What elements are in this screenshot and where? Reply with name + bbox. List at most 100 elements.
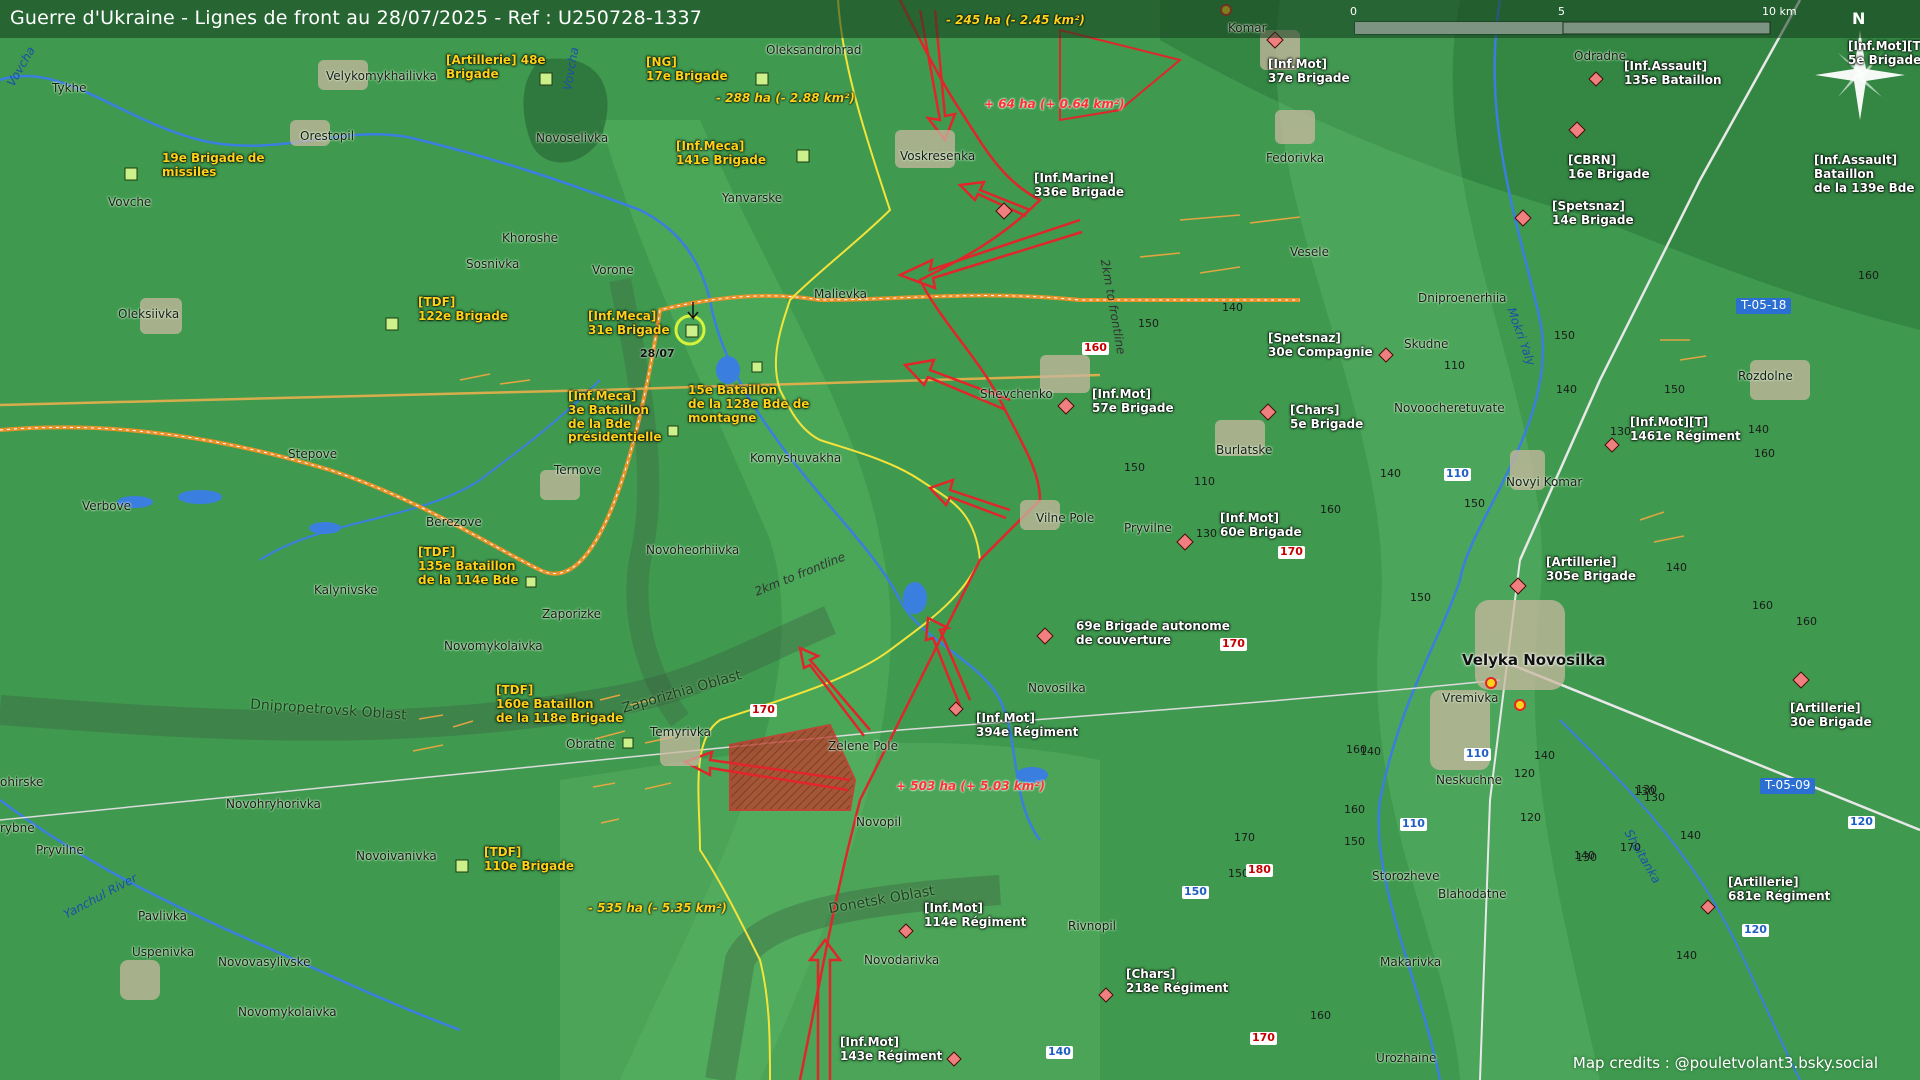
area-change-loss: - 245 ha (- 2.45 km²): [946, 13, 1085, 27]
ru-unit-label[interactable]: [Artillerie] 30e Brigade: [1790, 701, 1872, 730]
area-change-loss: - 288 ha (- 2.88 km²): [716, 91, 855, 105]
ru-unit-label[interactable]: [Spetsnaz] 30e Compagnie: [1268, 331, 1373, 360]
elevation-label: 130: [1196, 527, 1217, 540]
ua-unit-symbol: [751, 361, 763, 373]
ru-unit-label[interactable]: [Inf.Mot][T] 5e Brigade: [1848, 39, 1920, 68]
ua-unit-label[interactable]: [Inf.Meca] 3e Bataillon de la Bde présid…: [568, 389, 662, 445]
ua-unit-label[interactable]: [Artillerie] 48e Brigade: [446, 53, 546, 82]
road-sign: T-05-18: [1736, 298, 1792, 314]
ru-unit-label[interactable]: [Inf.Assault] 135e Bataillon: [1624, 59, 1722, 88]
ua-unit-label[interactable]: 15e Bataillon de la 128e Bde de montagne: [688, 383, 809, 425]
elevation-label: 160: [1344, 803, 1365, 816]
elevation-label: 140: [1676, 949, 1697, 962]
elevation-label-red: 170: [750, 703, 777, 717]
ua-unit-label[interactable]: 19e Brigade de missiles: [162, 151, 265, 180]
road-sign: T-05-09: [1760, 778, 1816, 794]
ua-unit-label[interactable]: [TDF] 122e Brigade: [418, 295, 508, 324]
elevation-label: 150: [1554, 329, 1575, 342]
ua-unit-label[interactable]: [TDF] 160e Bataillon de la 118e Brigade: [496, 683, 623, 725]
town-label: Zaporizke: [542, 607, 602, 621]
elevation-label-blue: 140: [1046, 1045, 1073, 1059]
ru-unit-label[interactable]: [Inf.Mot] 394e Régiment: [976, 711, 1078, 740]
town-label: Neskuchne: [1436, 773, 1502, 787]
ru-unit-label[interactable]: [CBRN] 16e Brigade: [1568, 153, 1650, 182]
elevation-label-blue: 150: [1182, 885, 1209, 899]
ru-unit-label[interactable]: [Spetsnaz] 14e Brigade: [1552, 199, 1634, 228]
town-label: Vilne Pole: [1036, 511, 1095, 525]
town-label: Kalynivske: [314, 583, 378, 597]
town-label: Novomykolaivka: [444, 639, 543, 653]
ru-unit-label[interactable]: [Artillerie] 681e Régiment: [1728, 875, 1830, 904]
ru-unit-label[interactable]: [Inf.Assault] Bataillon de la 139e Bde: [1814, 153, 1915, 195]
town-label: Pryvilne: [1124, 521, 1172, 535]
settlement: [1275, 110, 1315, 144]
town-label: Rozdolne: [1738, 369, 1793, 383]
town-label: Khoroshe: [502, 231, 559, 245]
elevation-label: 140: [1380, 467, 1401, 480]
town-label-major: Velyka Novosilka: [1462, 651, 1606, 669]
ru-unit-label[interactable]: [Inf.Mot] 57e Brigade: [1092, 387, 1174, 416]
town-label: Novomykolaivka: [238, 1005, 337, 1019]
town-label: Novyi Komar: [1506, 475, 1583, 489]
town-label: Novoselivka: [536, 131, 609, 145]
elevation-label: 140: [1748, 423, 1769, 436]
elevation-label: 130: [1576, 851, 1597, 864]
elevation-label: 150: [1124, 461, 1145, 474]
town-label: Obratne: [566, 737, 616, 751]
map-viewport[interactable]: Guerre d'Ukraine - Lignes de front au 28…: [0, 0, 1920, 1080]
ua-unit-label[interactable]: [Inf.Meca] 141e Brigade: [676, 139, 766, 168]
area-change-gain: + 64 ha (+ 0.64 km²): [984, 97, 1125, 111]
ua-unit-label[interactable]: [NG] 17e Brigade: [646, 55, 728, 84]
elevation-label: 140: [1222, 301, 1243, 314]
town-label: Novoocheretuvate: [1394, 401, 1505, 415]
town-label: Dniproenerhiia: [1418, 291, 1507, 305]
town-label: Novoivanivka: [356, 849, 437, 863]
ru-unit-label[interactable]: [Inf.Marine] 336e Brigade: [1034, 171, 1124, 200]
ua-unit-symbol: [455, 859, 469, 873]
date-marker-label: 28/07: [640, 347, 675, 360]
town-label: Pryvilne: [36, 843, 84, 857]
town-label: Vesele: [1290, 245, 1330, 259]
elevation-label-red: 160: [1082, 341, 1109, 355]
lake: [309, 522, 341, 534]
town-label: Komar: [1228, 21, 1267, 35]
elevation-label-blue: 120: [1848, 815, 1875, 829]
town-label: Verbove: [82, 499, 132, 513]
ru-unit-label[interactable]: [Artillerie] 305e Brigade: [1546, 555, 1636, 584]
town-label: Uspenivka: [132, 945, 195, 959]
elevation-label-blue: 110: [1464, 747, 1491, 761]
town-label: Stepove: [288, 447, 338, 461]
elevation-label-red: 170: [1250, 1031, 1277, 1045]
elevation-label-blue: 110: [1444, 467, 1471, 481]
ru-unit-label[interactable]: [Inf.Mot][T] 1461e Régiment: [1630, 415, 1741, 444]
town-label: Burlatske: [1216, 443, 1273, 457]
elevation-label: 110: [1444, 359, 1465, 372]
elevation-label: 150: [1344, 835, 1365, 848]
ru-unit-label[interactable]: 69e Brigade autonome de couverture: [1076, 619, 1230, 648]
town-label: Makarivka: [1380, 955, 1442, 969]
ru-unit-label[interactable]: [Inf.Mot] 143e Régiment: [840, 1035, 942, 1064]
elevation-label: 130: [1610, 425, 1631, 438]
town-label: Orestopil: [300, 129, 355, 143]
scale-tick-10: 10 km: [1762, 5, 1797, 18]
elevation-label: 150: [1664, 383, 1685, 396]
settlement: [1475, 600, 1565, 690]
town-label: Novohryhorivka: [226, 797, 321, 811]
ua-unit-label[interactable]: [TDF] 110e Brigade: [484, 845, 574, 874]
ru-unit-label[interactable]: [Chars] 5e Brigade: [1290, 403, 1363, 432]
ru-unit-label[interactable]: [Inf.Mot] 37e Brigade: [1268, 57, 1350, 86]
ru-unit-label[interactable]: [Chars] 218e Régiment: [1126, 967, 1228, 996]
town-label: Shevchenko: [980, 387, 1053, 401]
elevation-label: 160: [1754, 447, 1775, 460]
town-label: Oleksiivka: [118, 307, 180, 321]
ua-unit-label[interactable]: [TDF] 135e Bataillon de la 114e Bde: [418, 545, 519, 587]
town-label: Novodarivka: [864, 953, 940, 967]
ua-unit-label[interactable]: [Inf.Meca] 31e Brigade: [588, 309, 670, 338]
ua-unit-symbol: [796, 149, 810, 163]
elevation-label-blue: 120: [1742, 923, 1769, 937]
town-label: Pavlivka: [138, 909, 188, 923]
ru-unit-label[interactable]: [Inf.Mot] 60e Brigade: [1220, 511, 1302, 540]
lake: [178, 490, 222, 504]
elevation-label: 170: [1620, 841, 1641, 854]
ru-unit-label[interactable]: [Inf.Mot] 114e Régiment: [924, 901, 1026, 930]
